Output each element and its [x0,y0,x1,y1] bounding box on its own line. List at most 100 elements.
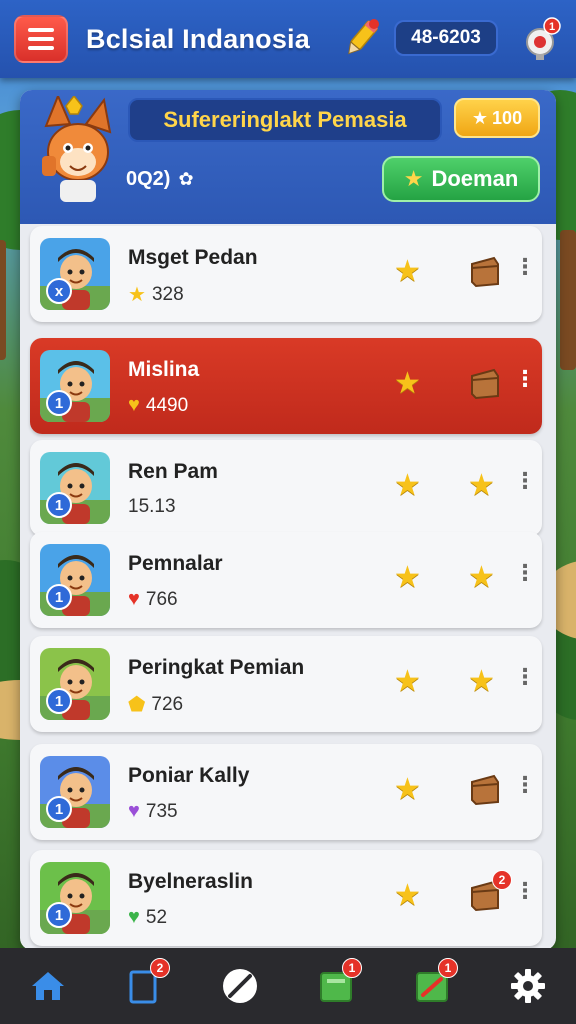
nav-settings[interactable] [504,962,552,1010]
player-score: ★ 328 [128,282,184,307]
level-badge: 1 [46,902,72,928]
more-options-icon[interactable]: ⋮ [514,774,536,796]
player-name: Pemnalar [128,552,223,575]
star-icon[interactable]: ★ [394,772,421,807]
player-id: 0Q2) ✿ [126,168,194,191]
bottom-nav: 2 1 1 [0,948,576,1024]
more-options-icon[interactable]: ⋮ [514,666,536,688]
score-value: 15.13 [128,496,176,517]
more-options-icon[interactable]: ⋮ [514,880,536,902]
star-count: 100 [492,107,523,128]
download-button[interactable]: ★ Doeman [382,156,540,202]
star-icon[interactable]: ★ [394,468,421,503]
player-score: ♥ 766 [128,588,178,611]
player-name: Peringkat Pemian [128,656,305,679]
player-name: Poniar Kally [128,764,250,787]
reward-badge: 2 [492,870,512,890]
nav-cards[interactable]: 2 [120,958,170,1010]
top-bar: Bclsial Indanosia 48-6203 1 [0,0,576,78]
gear-icon[interactable]: ✿ [178,169,193,190]
star-icon[interactable]: ★ [394,366,421,401]
star-icon: ★ [128,284,146,306]
pencil-icon[interactable] [340,18,382,60]
player-row[interactable]: 1 Byelneraslin ♥ 52 ★ 2 ⋮ [30,850,542,946]
star-icon[interactable]: ★ [394,878,421,913]
level-badge: 1 [46,492,72,518]
menu-icon-line [28,28,54,32]
download-label: Doeman [431,166,519,191]
score-value: 726 [151,693,184,715]
home-icon [32,972,64,1000]
score-value: 4490 [145,394,189,416]
score-value: 766 [145,588,178,610]
star-icon[interactable]: ★ [394,254,421,289]
star-icon[interactable]: ★ [394,560,421,595]
nav-shop[interactable]: 1 [408,958,458,1010]
heart-green-icon: ♥ [128,906,140,928]
panel-header: Sufereringlakt Pemasia ★ 100 0Q2) ✿ ★ Do… [20,90,556,224]
player-score: ♥ 735 [128,800,178,823]
chest-icon[interactable] [468,254,502,288]
level-badge: x [46,278,72,304]
star-icon: ★ [471,107,489,128]
player-name: Msget Pedan [128,246,258,269]
app-title: Bclsial Indanosia [86,23,310,54]
player-row[interactable]: 1 Poniar Kally ♥ 735 ★ ⋮ [30,744,542,840]
player-row[interactable]: 1 Mislina ♥ 4490 ★ ⋮ [30,338,542,434]
player-score: 15.13 [128,496,176,518]
player-row[interactable]: x Msget Pedan ★ 328 ★ ⋮ [30,226,542,322]
player-row[interactable]: 1 Pemnalar ♥ 766 ★ ★ ⋮ [30,532,542,628]
nav-compass[interactable] [216,962,264,1010]
mascot-avatar [42,96,112,202]
chest-icon[interactable] [468,772,502,806]
notification-bell-icon[interactable]: 1 [518,16,564,62]
menu-button[interactable] [14,15,68,63]
level-badge: 1 [46,390,72,416]
score-value: 52 [145,906,168,928]
score-value: 328 [151,283,184,305]
more-options-icon[interactable]: ⋮ [514,368,536,390]
player-id-text: 0Q2) [126,168,171,190]
star-icon: ★ [403,166,424,191]
compass-icon [223,969,257,1003]
player-score: ♥ 52 [128,906,167,929]
player-avatar: x [40,238,110,310]
more-options-icon[interactable]: ⋮ [514,562,536,584]
player-avatar: 1 [40,648,110,720]
nav-badge: 1 [438,958,458,978]
star-count-badge[interactable]: ★ 100 [454,98,540,138]
notification-count: 1 [549,21,555,33]
player-name: Ren Pam [128,460,218,483]
settings-gear-icon [511,969,545,1003]
nav-missions[interactable]: 1 [312,958,362,1010]
menu-icon-line [28,46,54,50]
more-options-icon[interactable]: ⋮ [514,256,536,278]
reward-star-icon[interactable]: ★ [468,664,495,699]
nav-home[interactable] [24,962,72,1010]
chest-icon[interactable] [468,366,502,400]
leaderboard-panel: Sufereringlakt Pemasia ★ 100 0Q2) ✿ ★ Do… [20,90,556,950]
level-badge: 1 [46,584,72,610]
player-avatar: 1 [40,862,110,934]
level-badge: 1 [46,688,72,714]
player-row[interactable]: 1 Ren Pam 15.13 ★ ★ ⋮ [30,440,542,536]
more-options-icon[interactable]: ⋮ [514,470,536,492]
heart-gold-icon: ♥ [128,394,140,416]
reward-star-icon[interactable]: ★ [468,468,495,503]
reward-star-icon[interactable]: ★ [468,560,495,595]
star-icon[interactable]: ★ [394,664,421,699]
coin-counter: 48-6203 [394,20,498,56]
heart-purple-icon: ♥ [128,800,140,822]
heart-red-icon: ♥ [128,588,140,610]
player-row[interactable]: 1 Peringkat Pemian ⬟ 726 ★ ★ ⋮ [30,636,542,732]
panel-title: Sufereringlakt Pemasia [128,98,442,142]
player-avatar: 1 [40,350,110,422]
player-score: ♥ 4490 [128,394,188,417]
menu-icon-line [28,37,54,41]
player-name: Mislina [128,358,200,381]
player-avatar: 1 [40,544,110,616]
level-badge: 1 [46,796,72,822]
player-avatar: 1 [40,452,110,524]
nav-badge: 1 [342,958,362,978]
player-avatar: 1 [40,756,110,828]
